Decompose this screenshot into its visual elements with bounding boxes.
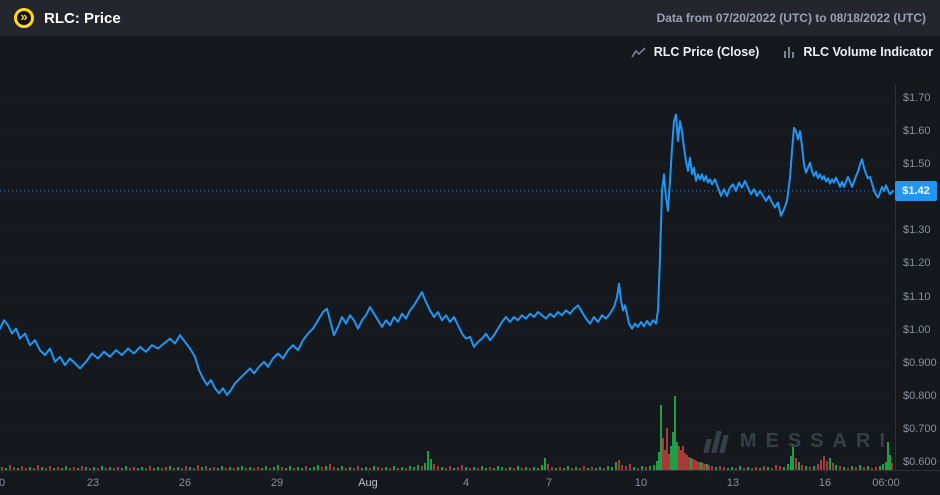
current-price-badge: $1.42	[895, 180, 937, 201]
legend-item-volume[interactable]: RLC Volume Indicator	[783, 45, 933, 59]
x-axis-label: Aug	[358, 477, 378, 489]
x-axis-label: 26	[178, 477, 192, 489]
y-axis-label: $1.10	[903, 290, 931, 303]
x-axis-label: 4	[462, 477, 470, 489]
rlc-coin-icon: »	[14, 8, 34, 28]
volume-bars-icon	[784, 47, 795, 58]
page-title: RLC: Price	[44, 9, 121, 27]
line-chart-icon	[631, 46, 646, 57]
y-axis-label: $1.70	[903, 91, 931, 104]
watermark-text: MESSARI	[739, 430, 894, 452]
date-range-label: Data from 07/20/2022 (UTC) to 08/18/2022…	[656, 11, 926, 25]
y-axis-label: $1.60	[903, 124, 931, 137]
x-axis-label: 16	[818, 477, 832, 489]
x-axis-label: 23	[86, 477, 100, 489]
legend-label: RLC Price (Close)	[653, 45, 760, 59]
y-axis-label: $0.800	[903, 390, 937, 403]
y-axis-label: $1.30	[903, 224, 931, 237]
y-axis-label: $1.50	[903, 157, 931, 170]
x-axis-label: 06:00	[872, 477, 900, 489]
chart-legend: RLC Price (Close) RLC Volume Indicator	[631, 45, 933, 59]
messari-logo-icon	[703, 430, 729, 453]
x-axis-label: 13	[726, 477, 740, 489]
y-axis-label: $0.600	[903, 456, 937, 469]
x-axis-label: 29	[270, 477, 284, 489]
y-axis-label: $0.900	[903, 356, 937, 369]
x-axis-label: 7	[545, 477, 553, 489]
messari-watermark: MESSARI	[703, 430, 894, 453]
chart-widget: » RLC: Price Data from 07/20/2022 (UTC) …	[0, 0, 940, 495]
y-axis-label: $1.00	[903, 323, 931, 336]
legend-label: RLC Volume Indicator	[803, 45, 933, 59]
legend-item-price[interactable]: RLC Price (Close)	[631, 45, 760, 59]
x-axis-label: 0	[0, 477, 6, 489]
y-axis-label: $1.20	[903, 257, 931, 270]
y-axis-label: $0.700	[903, 423, 937, 436]
x-axis-label: 10	[634, 477, 648, 489]
title-bar: » RLC: Price Data from 07/20/2022 (UTC) …	[0, 0, 940, 36]
chart-canvas[interactable]	[0, 0, 940, 495]
